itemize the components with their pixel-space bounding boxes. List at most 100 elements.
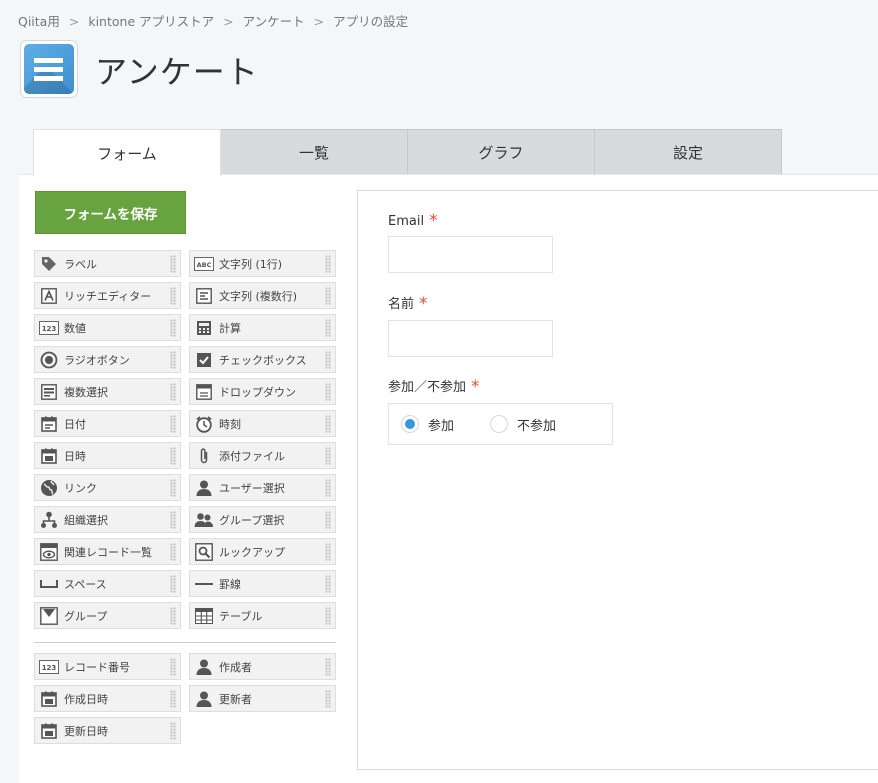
svg-text:123: 123: [42, 325, 57, 333]
drag-handle-icon[interactable]: [170, 658, 176, 676]
required-mark: *: [471, 377, 480, 397]
palette-item-number[interactable]: 123 数値: [34, 314, 181, 341]
drag-handle-icon[interactable]: [325, 658, 331, 676]
breadcrumb-item-appstore[interactable]: kintone アプリストア: [88, 14, 214, 29]
palette-item-group-field[interactable]: グループ: [34, 602, 181, 629]
drag-handle-icon[interactable]: [170, 383, 176, 401]
palette-item-dropdown[interactable]: ドロップダウン: [189, 378, 336, 405]
drag-handle-icon[interactable]: [170, 255, 176, 273]
group-field-icon: [39, 606, 59, 626]
palette-item-user[interactable]: ユーザー選択: [189, 474, 336, 501]
palette-item-clock[interactable]: 時刻: [189, 410, 336, 437]
drag-handle-icon[interactable]: [170, 351, 176, 369]
save-form-button[interactable]: フォームを保存: [35, 191, 186, 234]
drag-handle-icon[interactable]: [170, 543, 176, 561]
breadcrumb-item-space[interactable]: Qiita用: [18, 14, 60, 29]
palette-item-org[interactable]: 組織選択: [34, 506, 181, 533]
drag-handle-icon[interactable]: [170, 690, 176, 708]
palette-item-number[interactable]: 123 レコード番号: [34, 653, 181, 680]
drag-handle-icon[interactable]: [170, 722, 176, 740]
tab-form[interactable]: フォーム: [33, 129, 221, 176]
radio-option-attend[interactable]: 参加: [401, 415, 454, 434]
palette-item-label: 関連レコード一覧: [64, 545, 152, 559]
palette-item-checkbox[interactable]: チェックボックス: [189, 346, 336, 373]
drag-handle-icon[interactable]: [325, 319, 331, 337]
org-icon: [39, 510, 59, 530]
drag-handle-icon[interactable]: [325, 690, 331, 708]
palette-item-label: 日時: [64, 449, 86, 463]
number-icon: 123: [39, 318, 59, 338]
palette-item-abc[interactable]: ABC 文字列 (1行): [189, 250, 336, 277]
drag-handle-icon[interactable]: [325, 511, 331, 529]
palette-item-multi-select[interactable]: 複数選択: [34, 378, 181, 405]
palette-item-datetime[interactable]: 更新日時: [34, 717, 181, 744]
drag-handle-icon[interactable]: [325, 575, 331, 593]
tab-graph[interactable]: グラフ: [407, 129, 595, 175]
palette-item-datetime[interactable]: 日時: [34, 442, 181, 469]
palette-item-paperclip[interactable]: 添付ファイル: [189, 442, 336, 469]
drag-handle-icon[interactable]: [325, 543, 331, 561]
dropdown-icon: [194, 382, 214, 402]
clock-icon: [194, 414, 214, 434]
drag-handle-icon[interactable]: [325, 351, 331, 369]
palette-item-tag[interactable]: ラベル: [34, 250, 181, 277]
palette-item-related-records[interactable]: 関連レコード一覧: [34, 538, 181, 565]
palette-item-label: レコード番号: [64, 660, 130, 674]
drag-handle-icon[interactable]: [325, 447, 331, 465]
tab-list[interactable]: 一覧: [220, 129, 408, 175]
palette-item-datetime[interactable]: 作成日時: [34, 685, 181, 712]
radio-button[interactable]: [490, 415, 509, 433]
calculator-icon: [194, 318, 214, 338]
palette-item-multiline-text[interactable]: 文字列 (複数行): [189, 282, 336, 309]
drag-handle-icon[interactable]: [170, 415, 176, 433]
drag-handle-icon[interactable]: [325, 287, 331, 305]
palette-item-label: 時刻: [219, 417, 241, 431]
breadcrumb-item-app[interactable]: アンケート: [243, 14, 305, 29]
name-input[interactable]: [388, 320, 553, 357]
user-icon: [194, 689, 214, 709]
drag-handle-icon[interactable]: [325, 415, 331, 433]
drag-handle-icon[interactable]: [170, 511, 176, 529]
palette-item-radio[interactable]: ラジオボタン: [34, 346, 181, 373]
user-icon: [194, 478, 214, 498]
drag-handle-icon[interactable]: [170, 607, 176, 625]
palette-item-lookup[interactable]: ルックアップ: [189, 538, 336, 565]
drag-handle-icon[interactable]: [170, 575, 176, 593]
drag-handle-icon[interactable]: [170, 447, 176, 465]
palette-item-table[interactable]: テーブル: [189, 602, 336, 629]
palette-item-label: 日付: [64, 417, 86, 431]
palette-item-label: ラジオボタン: [64, 353, 130, 367]
palette-item-user[interactable]: 更新者: [189, 685, 336, 712]
drag-handle-icon[interactable]: [170, 287, 176, 305]
palette-item-line[interactable]: 罫線: [189, 570, 336, 597]
palette-item-label: 更新日時: [64, 724, 108, 738]
palette-item-globe[interactable]: リンク: [34, 474, 181, 501]
drag-handle-icon[interactable]: [170, 319, 176, 337]
drag-handle-icon[interactable]: [325, 255, 331, 273]
drag-handle-icon[interactable]: [325, 479, 331, 497]
datetime-icon: [39, 446, 59, 466]
palette-item-label: チェックボックス: [219, 353, 307, 367]
palette-item-label: 更新者: [219, 692, 252, 706]
palette-item-rich-editor[interactable]: リッチエディター: [34, 282, 181, 309]
tab-settings[interactable]: 設定: [594, 129, 782, 175]
palette-item-label: リッチエディター: [64, 289, 152, 303]
radio-option-absent[interactable]: 不参加: [490, 415, 556, 434]
palette-item-group[interactable]: グループ選択: [189, 506, 336, 533]
palette-item-label: テーブル: [219, 609, 263, 623]
drag-handle-icon[interactable]: [325, 383, 331, 401]
palette-item-space[interactable]: スペース: [34, 570, 181, 597]
palette-item-calculator[interactable]: 計算: [189, 314, 336, 341]
drag-handle-icon[interactable]: [325, 607, 331, 625]
palette-item-date[interactable]: 日付: [34, 410, 181, 437]
palette-item-user[interactable]: 作成者: [189, 653, 336, 680]
drag-handle-icon[interactable]: [170, 479, 176, 497]
palette-item-label: 文字列 (1行): [219, 257, 283, 271]
radio-button-selected[interactable]: [401, 415, 419, 433]
palette-item-label: 作成者: [219, 660, 252, 674]
palette-item-label: 罫線: [219, 577, 241, 591]
space-icon: [39, 574, 59, 594]
email-input[interactable]: [388, 236, 553, 273]
date-icon: [39, 414, 59, 434]
palette-item-label: スペース: [64, 577, 107, 591]
